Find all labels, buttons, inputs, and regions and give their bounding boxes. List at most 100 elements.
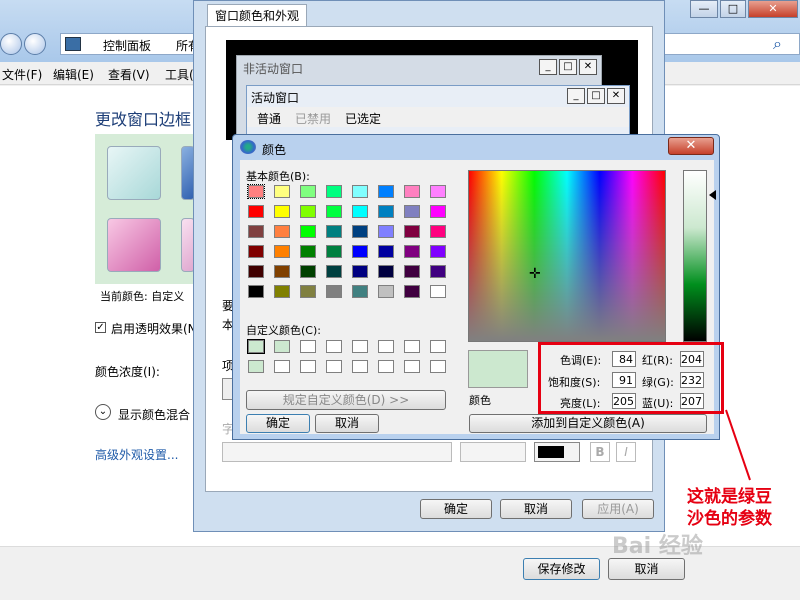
menu-view[interactable]: 查看(V) bbox=[108, 66, 150, 83]
font-color-dropdown[interactable] bbox=[534, 442, 580, 462]
basic-color-cell[interactable] bbox=[300, 225, 316, 238]
basic-color-cell[interactable] bbox=[404, 225, 420, 238]
basic-color-cell[interactable] bbox=[326, 265, 342, 278]
basic-color-cell[interactable] bbox=[248, 285, 264, 298]
custom-color-cell[interactable] bbox=[274, 340, 290, 353]
basic-color-cell[interactable] bbox=[248, 205, 264, 218]
custom-color-cell[interactable] bbox=[352, 360, 368, 373]
basic-color-cell[interactable] bbox=[430, 265, 446, 278]
color-cancel-button[interactable]: 取消 bbox=[315, 414, 379, 433]
basic-color-cell[interactable] bbox=[404, 265, 420, 278]
basic-color-cell[interactable] bbox=[352, 185, 368, 198]
basic-color-cell[interactable] bbox=[300, 265, 316, 278]
basic-color-cell[interactable] bbox=[352, 205, 368, 218]
custom-color-cell[interactable] bbox=[378, 340, 394, 353]
basic-color-cell[interactable] bbox=[404, 185, 420, 198]
basic-color-cell[interactable] bbox=[274, 225, 290, 238]
basic-color-cell[interactable] bbox=[326, 225, 342, 238]
tab-window-color-appearance[interactable]: 窗口颜色和外观 bbox=[207, 4, 307, 26]
basic-color-cell[interactable] bbox=[274, 205, 290, 218]
basic-color-cell[interactable] bbox=[274, 285, 290, 298]
custom-color-cell[interactable] bbox=[247, 339, 265, 354]
menu-file[interactable]: 文件(F) bbox=[2, 66, 42, 83]
basic-color-cell[interactable] bbox=[274, 265, 290, 278]
basic-color-cell[interactable] bbox=[326, 285, 342, 298]
basic-color-cell[interactable] bbox=[430, 185, 446, 198]
basic-color-cell[interactable] bbox=[352, 245, 368, 258]
basic-color-cell[interactable] bbox=[404, 205, 420, 218]
swatch-sky[interactable] bbox=[107, 146, 161, 200]
custom-color-cell[interactable] bbox=[274, 360, 290, 373]
basic-color-cell[interactable] bbox=[326, 185, 342, 198]
basic-color-cell[interactable] bbox=[248, 245, 264, 258]
appearance-ok-button[interactable]: 确定 bbox=[420, 499, 492, 519]
custom-color-cell[interactable] bbox=[430, 360, 446, 373]
bold-toggle[interactable]: B bbox=[590, 442, 610, 462]
forward-button[interactable] bbox=[24, 33, 46, 55]
basic-color-cell[interactable] bbox=[430, 285, 446, 298]
basic-color-cell[interactable] bbox=[248, 225, 264, 238]
basic-color-cell[interactable] bbox=[274, 185, 290, 198]
explorer-cancel-button[interactable]: 取消 bbox=[608, 558, 685, 580]
basic-color-cell[interactable] bbox=[274, 245, 290, 258]
advanced-settings-link[interactable]: 高级外观设置... bbox=[95, 446, 178, 463]
back-button[interactable] bbox=[0, 33, 22, 55]
color-spectrum[interactable]: ✛ bbox=[468, 170, 666, 342]
basic-color-cell[interactable] bbox=[378, 245, 394, 258]
color-mixer-label[interactable]: 显示颜色混合 bbox=[118, 406, 190, 423]
close-button[interactable]: ✕ bbox=[748, 0, 798, 18]
custom-color-cell[interactable] bbox=[430, 340, 446, 353]
basic-color-cell[interactable] bbox=[378, 225, 394, 238]
breadcrumb-control-panel[interactable]: 控制面板 bbox=[103, 37, 151, 54]
basic-color-cell[interactable] bbox=[378, 205, 394, 218]
save-changes-button[interactable]: 保存修改 bbox=[523, 558, 600, 580]
basic-color-cell[interactable] bbox=[430, 205, 446, 218]
color-ok-button[interactable]: 确定 bbox=[246, 414, 310, 433]
basic-color-cell[interactable] bbox=[404, 245, 420, 258]
custom-color-cell[interactable] bbox=[248, 360, 264, 373]
custom-color-cell[interactable] bbox=[300, 360, 316, 373]
search-icon[interactable]: ⌕ bbox=[773, 34, 782, 54]
basic-color-cell[interactable] bbox=[430, 225, 446, 238]
font-size-dropdown[interactable] bbox=[460, 442, 526, 462]
custom-color-cell[interactable] bbox=[404, 360, 420, 373]
basic-color-cell[interactable] bbox=[378, 285, 394, 298]
swatch-pink[interactable] bbox=[107, 218, 161, 272]
chevron-down-icon[interactable]: ⌄ bbox=[95, 404, 111, 420]
basic-color-cell[interactable] bbox=[326, 205, 342, 218]
minimize-button[interactable]: — bbox=[690, 0, 718, 18]
basic-color-cell[interactable] bbox=[352, 285, 368, 298]
add-to-custom-colors-button[interactable]: 添加到自定义颜色(A) bbox=[469, 414, 707, 433]
custom-color-cell[interactable] bbox=[352, 340, 368, 353]
appearance-cancel-button[interactable]: 取消 bbox=[500, 499, 572, 519]
basic-color-cell[interactable] bbox=[378, 185, 394, 198]
menu-edit[interactable]: 编辑(E) bbox=[53, 66, 94, 83]
basic-color-cell[interactable] bbox=[300, 185, 316, 198]
basic-color-cell[interactable] bbox=[430, 245, 446, 258]
basic-color-cell[interactable] bbox=[352, 265, 368, 278]
basic-color-cell[interactable] bbox=[300, 245, 316, 258]
basic-color-cell[interactable] bbox=[300, 205, 316, 218]
custom-color-cell[interactable] bbox=[378, 360, 394, 373]
basic-color-cell[interactable] bbox=[378, 265, 394, 278]
luminosity-bar[interactable] bbox=[683, 170, 707, 342]
appearance-apply-button[interactable]: 应用(A) bbox=[582, 499, 654, 519]
custom-color-cell[interactable] bbox=[326, 360, 342, 373]
transparency-checkbox[interactable]: ✓ bbox=[95, 322, 106, 333]
basic-color-cell[interactable] bbox=[404, 285, 420, 298]
basic-color-cell[interactable] bbox=[326, 245, 342, 258]
custom-color-cell[interactable] bbox=[300, 340, 316, 353]
custom-color-cell[interactable] bbox=[326, 340, 342, 353]
close-icon[interactable]: ✕ bbox=[668, 137, 714, 155]
menu-tools[interactable]: 工具( bbox=[165, 66, 194, 83]
define-custom-colors-button[interactable]: 规定自定义颜色(D) >> bbox=[246, 390, 446, 410]
maximize-button[interactable]: □ bbox=[720, 0, 746, 18]
basic-color-cell[interactable] bbox=[300, 285, 316, 298]
basic-color-cell[interactable] bbox=[352, 225, 368, 238]
font-dropdown[interactable] bbox=[222, 442, 452, 462]
custom-color-cell[interactable] bbox=[404, 340, 420, 353]
basic-color-cell[interactable] bbox=[248, 265, 264, 278]
italic-toggle[interactable]: I bbox=[616, 442, 636, 462]
luminosity-pointer-icon[interactable] bbox=[709, 190, 716, 200]
basic-color-cell[interactable] bbox=[247, 184, 265, 199]
